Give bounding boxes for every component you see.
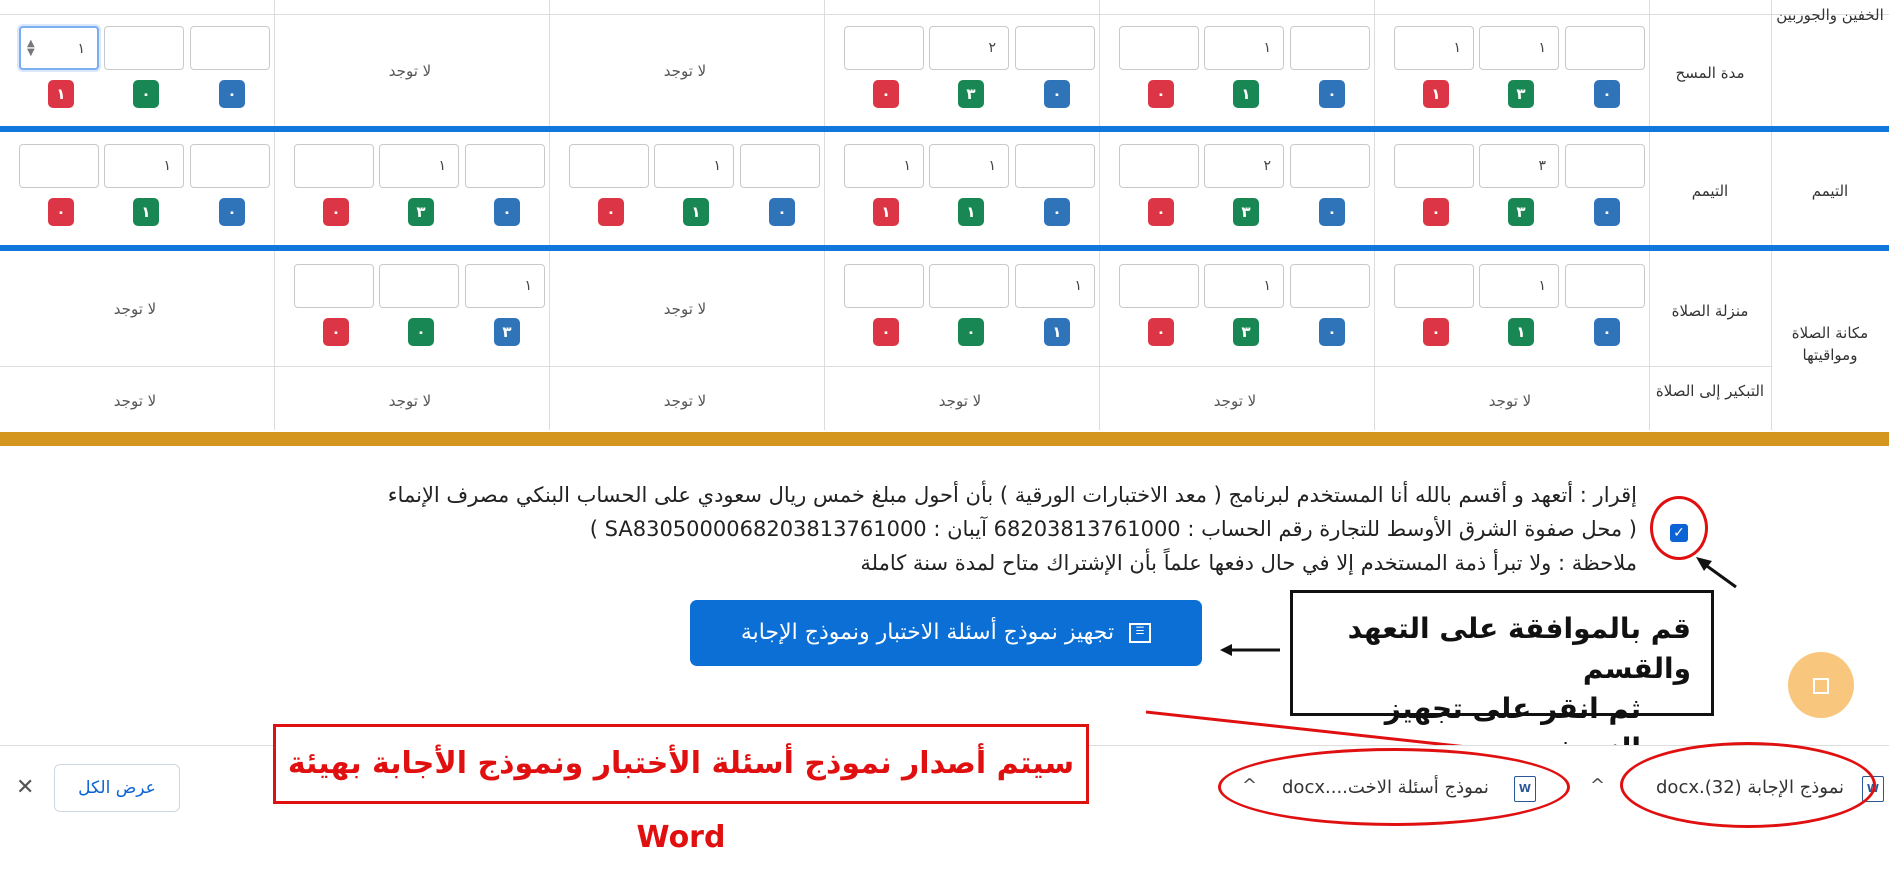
show-all-button[interactable]: عرض الكل <box>54 764 180 812</box>
close-icon[interactable]: ✕ <box>16 775 34 800</box>
instruction-note: قم بالموافقة على التعهد والقسم ثم انقر ع… <box>1290 590 1714 765</box>
chevron-up-icon[interactable]: ^ <box>1590 775 1605 796</box>
list-icon: ☰ <box>1129 623 1152 643</box>
square-icon <box>1813 677 1829 694</box>
prepare-button-label: تجهيز نموذج أسئلة الاختبار ونموذج الإجاب… <box>740 620 1115 645</box>
instruction-line-1: قم بالموافقة على التعهد والقسم <box>1347 612 1691 685</box>
prepare-model-button[interactable]: ☰ تجهيز نموذج أسئلة الاختبار ونموذج الإج… <box>690 600 1202 666</box>
scroll-top-button[interactable] <box>1788 652 1854 718</box>
download-2-highlight <box>1218 748 1570 826</box>
download-1-highlight <box>1620 742 1876 828</box>
word-output-banner: سيتم أصدار نموذج أسئلة الأختبار ونموذج ا… <box>273 724 1089 855</box>
